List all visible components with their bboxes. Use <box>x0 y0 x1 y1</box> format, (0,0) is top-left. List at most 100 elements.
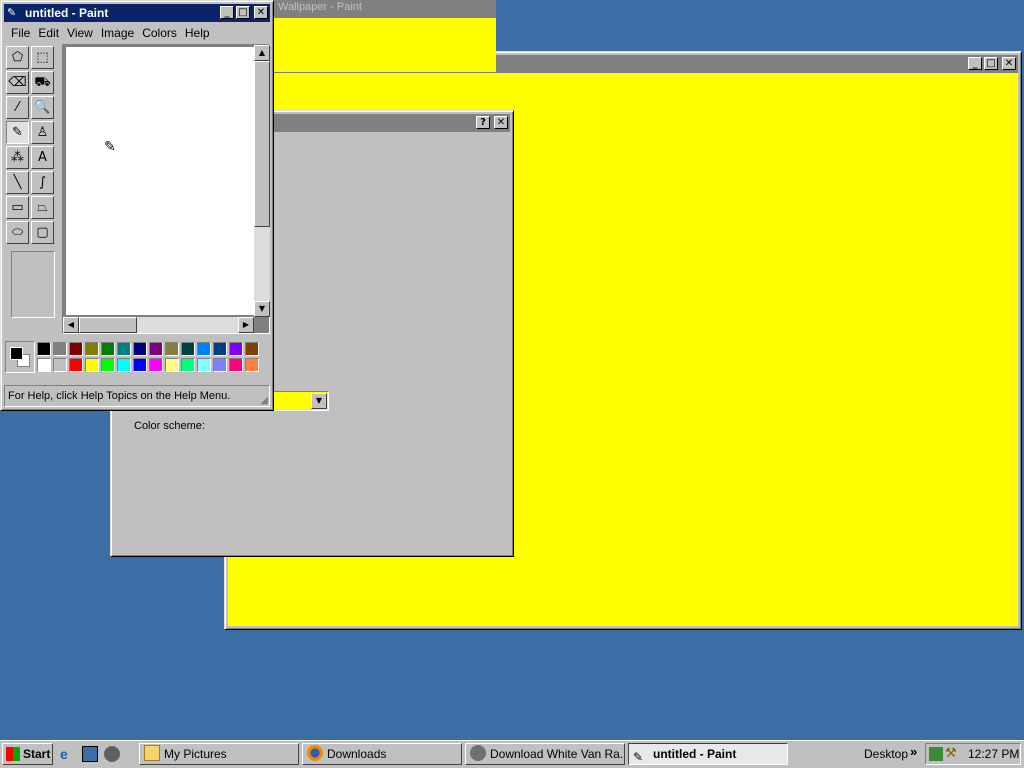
color-picker-tool-button[interactable]: ⁄ <box>6 96 29 119</box>
resize-grip-icon[interactable]: ◢ <box>260 395 268 406</box>
color-swatch[interactable] <box>181 358 195 372</box>
ellipse-tool-button[interactable]: ⬭ <box>6 221 29 244</box>
close-button[interactable]: ✕ <box>254 6 268 19</box>
minimize-button[interactable]: _ <box>220 6 234 19</box>
color-swatch[interactable] <box>197 342 211 356</box>
brush-tool-button[interactable]: ♙ <box>31 121 54 144</box>
color-swatch[interactable] <box>85 342 99 356</box>
vertical-scroll-thumb[interactable] <box>254 61 270 227</box>
color-swatch[interactable] <box>245 358 259 372</box>
free-select-tool-button[interactable]: ⬠ <box>6 46 29 69</box>
color-swatch[interactable] <box>37 342 51 356</box>
color-swatch[interactable] <box>69 358 83 372</box>
color-swatch[interactable] <box>117 342 131 356</box>
color-swatch[interactable] <box>149 342 163 356</box>
text-tool-button[interactable]: A <box>31 146 54 169</box>
fill-tool-button[interactable]: ⛟ <box>31 71 54 94</box>
maximize-button[interactable]: □ <box>236 6 250 19</box>
magnifier-tool-button[interactable]: 🔍 <box>31 96 54 119</box>
menu-file[interactable]: File <box>11 26 30 40</box>
ie-icon[interactable]: e <box>60 746 76 762</box>
polygon-tool-button[interactable]: ⏢ <box>31 196 54 219</box>
paint-menubar: File Edit View Image Colors Help <box>11 26 218 40</box>
scroll-down-button[interactable]: ▼ <box>254 301 270 317</box>
pencil-tool-button[interactable]: ✎ <box>6 121 29 144</box>
color-swatch[interactable] <box>133 342 147 356</box>
line-icon: ╲ <box>13 175 22 190</box>
desktop-icon[interactable] <box>82 746 98 762</box>
color-swatch[interactable] <box>229 342 243 356</box>
menu-view[interactable]: View <box>67 26 93 40</box>
color-swatch[interactable] <box>213 358 227 372</box>
rectangle-icon: ▭ <box>11 200 24 215</box>
task-download-white-van[interactable]: Download White Van Ra... <box>465 743 625 765</box>
minimize-button[interactable]: _ <box>968 57 982 70</box>
menu-help[interactable]: Help <box>185 26 210 40</box>
rounded-rect-tool-button[interactable]: ▢ <box>31 221 54 244</box>
paint-titlebar[interactable]: ✎ untitled - Paint _ □ ✕ <box>4 4 270 22</box>
color-swatch[interactable] <box>53 342 67 356</box>
chevron-icon[interactable]: » <box>910 744 917 759</box>
color-palette <box>5 341 267 375</box>
status-bar: For Help, click Help Topics on the Help … <box>4 385 270 407</box>
scroll-right-button[interactable]: ▶ <box>238 317 254 333</box>
system-tray: ⚒ 12:27 PM <box>925 743 1021 765</box>
color-swatch[interactable] <box>53 358 67 372</box>
horizontal-scrollbar[interactable]: ◀ ▶ <box>63 317 254 333</box>
color-swatch[interactable] <box>133 358 147 372</box>
color-swatch[interactable] <box>101 358 115 372</box>
scroll-up-button[interactable]: ▲ <box>254 45 270 61</box>
canvas-area: ✎ ▲ ▼ ◀ ▶ <box>62 44 270 334</box>
strip-window[interactable]: Wallpaper - Paint <box>272 0 496 72</box>
maximize-button[interactable]: □ <box>984 57 998 70</box>
drawing-canvas[interactable]: ✎ <box>66 47 254 315</box>
menu-colors[interactable]: Colors <box>142 26 177 40</box>
network-icon[interactable] <box>929 747 943 761</box>
color-swatch[interactable] <box>181 342 195 356</box>
raccoon-icon[interactable] <box>104 746 120 762</box>
dropdown-arrow-button[interactable]: ▼ <box>311 393 327 409</box>
ellipse-icon: ⬭ <box>11 225 24 240</box>
paint-window[interactable]: ✎ untitled - Paint _ □ ✕ File Edit View Ima… <box>0 0 274 411</box>
color-swatch[interactable] <box>85 358 99 372</box>
airbrush-tool-button[interactable]: ⁂ <box>6 146 29 169</box>
color-swatch[interactable] <box>165 358 179 372</box>
color-swatch[interactable] <box>37 358 51 372</box>
color-swatch[interactable] <box>229 358 243 372</box>
task-downloads[interactable]: Downloads <box>302 743 462 765</box>
color-swatch[interactable] <box>117 358 131 372</box>
curve-tool-button[interactable]: ∫ <box>31 171 54 194</box>
desktop-toolbar-label[interactable]: Desktop <box>864 747 908 761</box>
color-swatch[interactable] <box>197 358 211 372</box>
scroll-left-button[interactable]: ◀ <box>63 317 79 333</box>
foreground-color[interactable] <box>10 347 23 360</box>
close-button[interactable]: ✕ <box>494 116 508 129</box>
line-tool-button[interactable]: ╲ <box>6 171 29 194</box>
color-swatch[interactable] <box>165 342 179 356</box>
color-swatch[interactable] <box>69 342 83 356</box>
color-swatch[interactable] <box>213 342 227 356</box>
tool-options-box[interactable] <box>11 251 55 318</box>
rectangle-tool-button[interactable]: ▭ <box>6 196 29 219</box>
current-colors[interactable] <box>5 341 35 373</box>
horizontal-scroll-thumb[interactable] <box>79 317 137 333</box>
task-my-pictures[interactable]: My Pictures <box>139 743 299 765</box>
color-swatch[interactable] <box>149 358 163 372</box>
rect-select-tool-button[interactable]: ⬚ <box>31 46 54 69</box>
vertical-scrollbar[interactable]: ▲ ▼ <box>254 45 270 317</box>
color-swatch[interactable] <box>101 342 115 356</box>
eraser-tool-button[interactable]: ⌫ <box>6 71 29 94</box>
free-select-icon: ⬠ <box>11 50 24 65</box>
strip-window-titlebar[interactable]: Wallpaper - Paint <box>272 0 496 18</box>
menu-edit[interactable]: Edit <box>38 26 59 40</box>
tools-icon[interactable]: ⚒ <box>945 746 957 761</box>
close-button[interactable]: ✕ <box>1002 57 1016 70</box>
airbrush-icon: ⁂ <box>11 150 24 165</box>
task-untitled-paint[interactable]: ✎ untitled - Paint <box>628 743 788 765</box>
start-button[interactable]: Start <box>2 743 53 765</box>
menu-image[interactable]: Image <box>101 26 134 40</box>
help-button[interactable]: ? <box>476 116 490 129</box>
clock: 12:27 PM <box>968 747 1020 761</box>
color-swatch[interactable] <box>245 342 259 356</box>
color-picker-icon: ⁄ <box>16 100 19 115</box>
